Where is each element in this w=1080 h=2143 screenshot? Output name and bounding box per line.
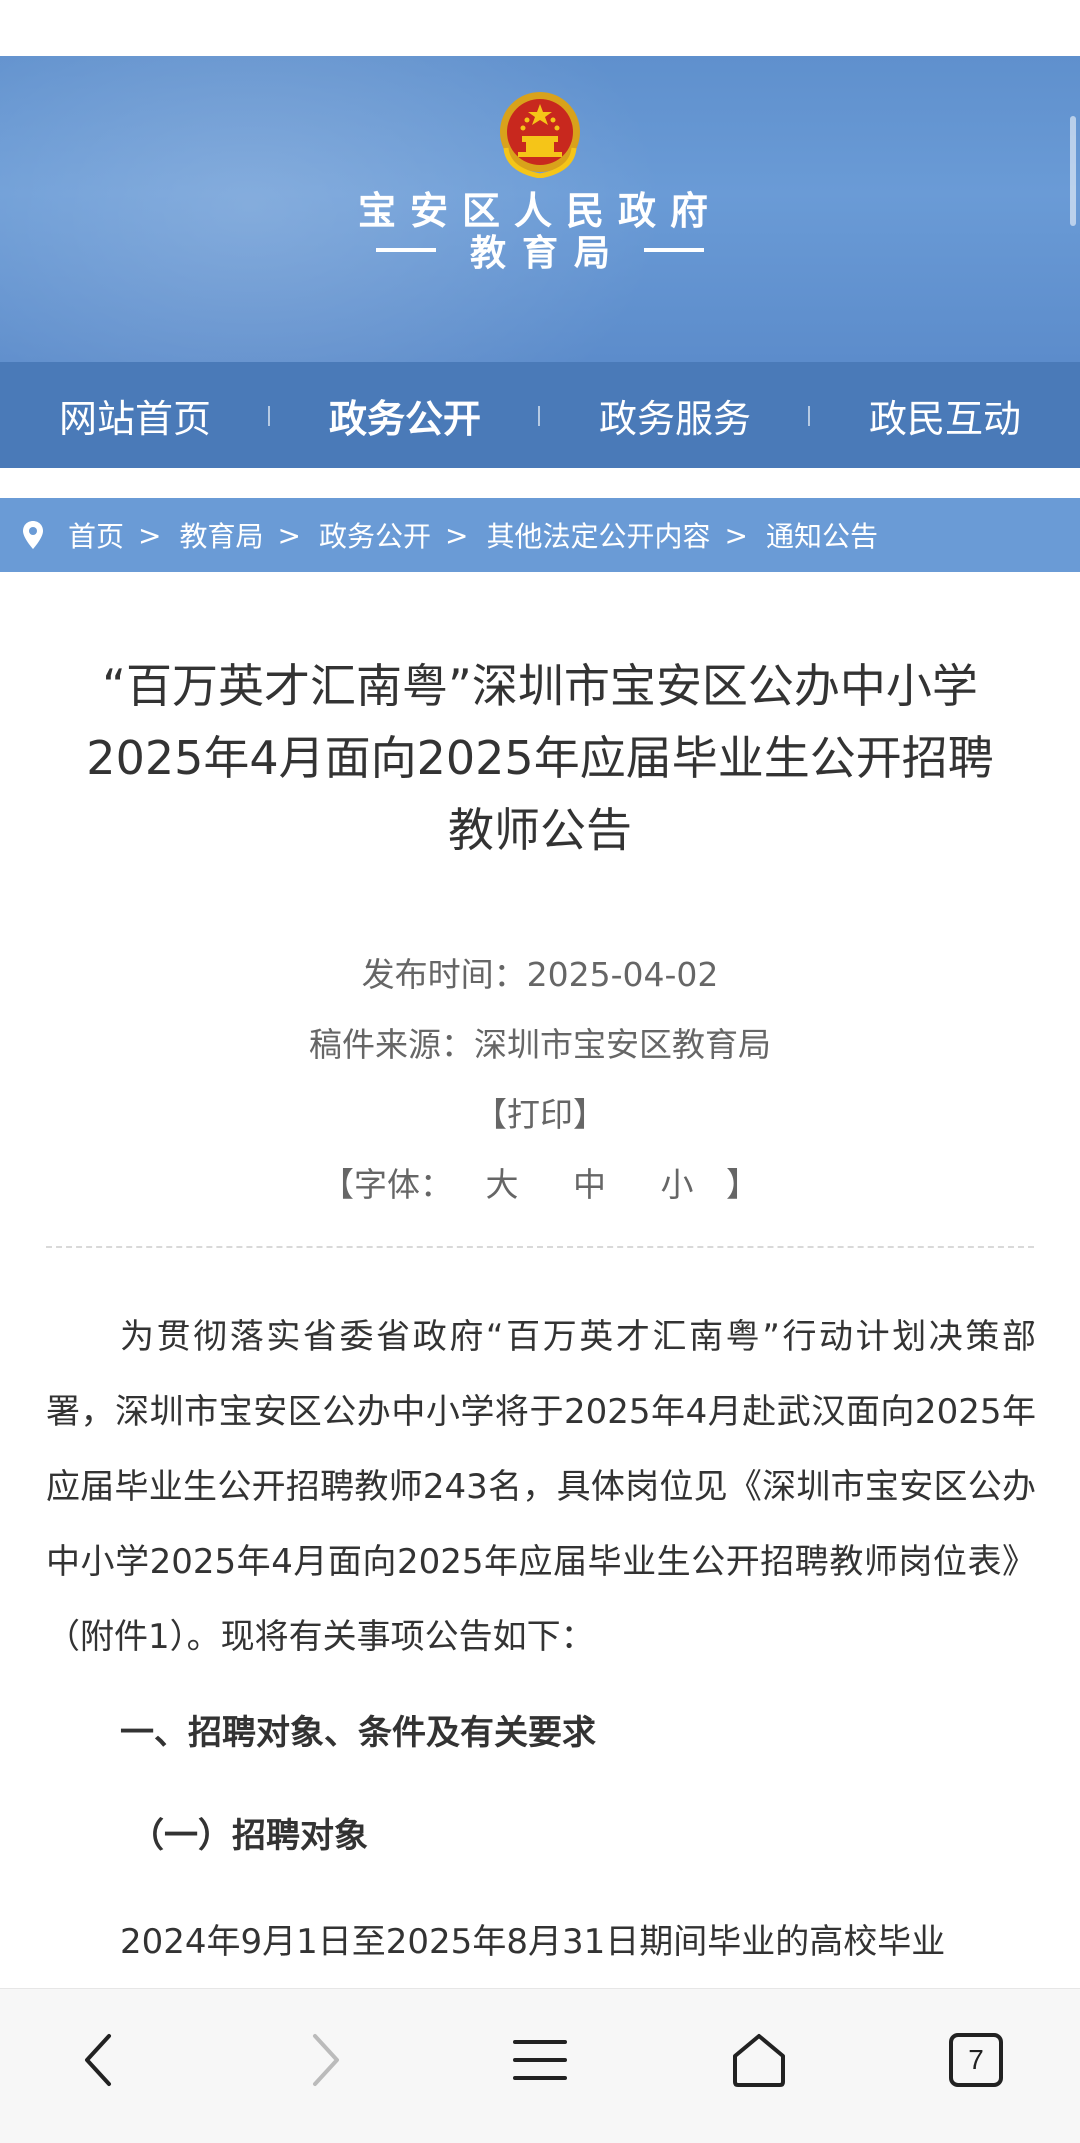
home-button[interactable] — [724, 2025, 794, 2095]
breadcrumb-gov-affairs[interactable]: 政务公开 — [319, 515, 431, 555]
bureau-line-left — [375, 248, 436, 252]
nav-item-gov-services[interactable]: 政务服务 — [540, 362, 810, 468]
location-pin-icon — [23, 521, 43, 549]
breadcrumb-separator: > — [277, 518, 301, 552]
breadcrumb-other-content[interactable]: 其他法定公开内容 — [486, 515, 710, 555]
nav-label: 政民互动 — [868, 396, 1021, 441]
chevron-right-icon — [313, 2034, 339, 2086]
print-link[interactable]: 【打印】 — [474, 1095, 606, 1134]
menu-icon — [513, 2040, 567, 2080]
section-heading: 一、招聘对象、条件及有关要求 — [120, 1713, 596, 1753]
main-nav: 网站首页 政务公开 政务服务 政民互动 — [0, 362, 1080, 468]
subsection-heading: （一）招聘对象 — [130, 1816, 368, 1856]
breadcrumb-separator: > — [138, 518, 162, 552]
breadcrumb-separator: > — [444, 518, 469, 552]
font-size-medium-button[interactable]: 中 — [573, 1165, 606, 1204]
article-intro: 为贯彻落实省委省政府“百万英才汇南粤”行动计划决策部署，深圳市宝安区公办中小学将… — [46, 1317, 1036, 1657]
tab-count: 7 — [949, 2033, 1003, 2087]
menu-button[interactable] — [505, 2025, 575, 2095]
nav-label: 网站首页 — [58, 396, 211, 441]
font-size-selector: 【字体： 大 中 小 】 — [0, 1158, 1080, 1206]
nav-item-home[interactable]: 网站首页 — [0, 362, 270, 468]
font-size-close: 】 — [726, 1165, 759, 1204]
publish-time: 发布时间：2025-04-02 — [0, 948, 1080, 996]
breadcrumb-separator: > — [724, 518, 748, 552]
breadcrumb: 首页 > 教育局 > 政务公开 > 其他法定公开内容 > 通知公告 — [0, 498, 1080, 572]
scrollbar-thumb[interactable] — [1070, 116, 1076, 226]
breadcrumb-home[interactable]: 首页 — [68, 515, 124, 555]
dashed-divider — [46, 1246, 1034, 1248]
font-size-label: 【字体： — [321, 1165, 453, 1204]
title-line: “百万英才汇南粤”深圳市宝安区公办中小学 — [102, 659, 978, 713]
print-link-row: 【打印】 — [0, 1088, 1080, 1136]
nav-item-gov-affairs[interactable]: 政务公开 — [270, 362, 540, 468]
bureau-line-right — [644, 248, 704, 252]
bureau-name: 教育局 — [469, 233, 626, 274]
article-body-line: 2024年9月1日至2025年8月31日期间毕业的高校毕业 — [120, 1922, 946, 1962]
font-size-small-button[interactable]: 小 — [661, 1165, 694, 1204]
site-banner: 宝安区人民政府 教育局 — [0, 56, 1080, 362]
breadcrumb-bureau[interactable]: 教育局 — [179, 515, 263, 555]
chevron-left-icon — [85, 2034, 111, 2086]
title-line: 教师公告 — [448, 803, 632, 857]
article-title: “百万英才汇南粤”深圳市宝安区公办中小学 2025年4月面向2025年应届毕业生… — [40, 650, 1040, 866]
source-value: 深圳市宝安区教育局 — [474, 1025, 771, 1064]
status-bar — [0, 0, 1080, 56]
nav-label: 政务公开 — [328, 396, 481, 441]
home-icon — [733, 2034, 785, 2087]
bureau-row: 教育局 — [0, 222, 1080, 278]
tabs-button[interactable]: 7 — [941, 2025, 1011, 2095]
breadcrumb-notices[interactable]: 通知公告 — [766, 515, 878, 555]
browser-toolbar: 7 — [0, 1988, 1080, 2143]
font-size-large-button[interactable]: 大 — [486, 1165, 519, 1204]
publish-label: 发布时间： — [361, 955, 527, 994]
article-source: 稿件来源：深圳市宝安区教育局 — [0, 1018, 1080, 1066]
publish-date: 2025-04-02 — [526, 955, 719, 994]
source-label: 稿件来源： — [309, 1025, 474, 1064]
nav-item-interaction[interactable]: 政民互动 — [810, 362, 1080, 468]
forward-button[interactable] — [290, 2025, 360, 2095]
back-button[interactable] — [64, 2025, 134, 2095]
title-line: 2025年4月面向2025年应届毕业生公开招聘 — [86, 731, 994, 785]
national-emblem-icon — [500, 92, 580, 178]
nav-label: 政务服务 — [598, 396, 751, 441]
